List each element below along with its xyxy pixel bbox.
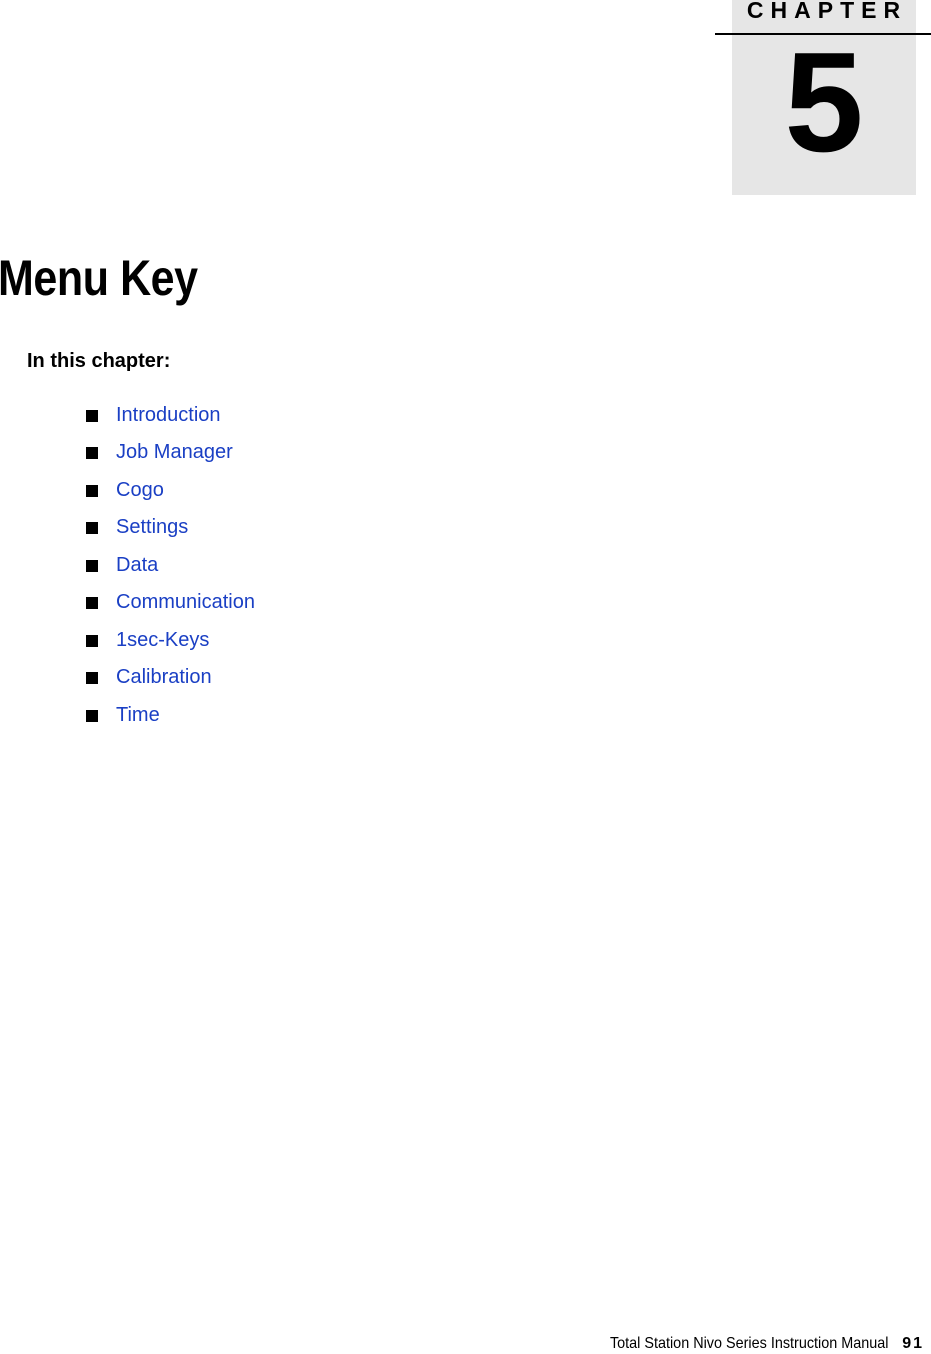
toc-link-1sec-keys[interactable]: 1sec-Keys: [116, 628, 209, 652]
chapter-number: 5: [784, 23, 864, 182]
square-bullet-icon: [86, 484, 98, 497]
square-bullet-icon: [86, 672, 98, 685]
toc-item-job-manager: Job Manager: [86, 434, 255, 472]
toc-link-time[interactable]: Time: [116, 703, 160, 727]
toc-item-time: Time: [86, 696, 255, 734]
toc-link-introduction[interactable]: Introduction: [116, 403, 221, 427]
page-title: Menu Key: [0, 250, 198, 306]
square-bullet-icon: [86, 447, 98, 460]
toc-link-cogo[interactable]: Cogo: [116, 478, 164, 502]
square-bullet-icon: [86, 709, 98, 722]
chapter-label: CHAPTER: [746, 0, 908, 23]
chapter-contents-list: Introduction Job Manager Cogo Settings D…: [86, 396, 255, 734]
square-bullet-icon: [86, 559, 98, 572]
toc-link-data[interactable]: Data: [116, 553, 158, 577]
toc-link-settings[interactable]: Settings: [116, 515, 188, 539]
toc-item-calibration: Calibration: [86, 659, 255, 697]
square-bullet-icon: [86, 597, 98, 610]
contents-heading: In this chapter:: [27, 350, 171, 372]
square-bullet-icon: [86, 634, 98, 647]
toc-link-job-manager[interactable]: Job Manager: [116, 440, 233, 464]
toc-item-introduction: Introduction: [86, 396, 255, 434]
square-bullet-icon: [86, 522, 98, 535]
toc-item-1sec-keys: 1sec-Keys: [86, 621, 255, 659]
toc-item-settings: Settings: [86, 509, 255, 547]
page-footer: Total Station Nivo Series Instruction Ma…: [579, 1334, 924, 1354]
toc-link-communication[interactable]: Communication: [116, 590, 255, 614]
toc-link-calibration[interactable]: Calibration: [116, 665, 212, 689]
page-number: 91: [902, 1335, 924, 1352]
toc-item-data: Data: [86, 546, 255, 584]
toc-item-cogo: Cogo: [86, 471, 255, 509]
manual-title: Total Station Nivo Series Instruction Ma…: [609, 1335, 889, 1352]
square-bullet-icon: [86, 409, 98, 422]
toc-item-communication: Communication: [86, 584, 255, 622]
